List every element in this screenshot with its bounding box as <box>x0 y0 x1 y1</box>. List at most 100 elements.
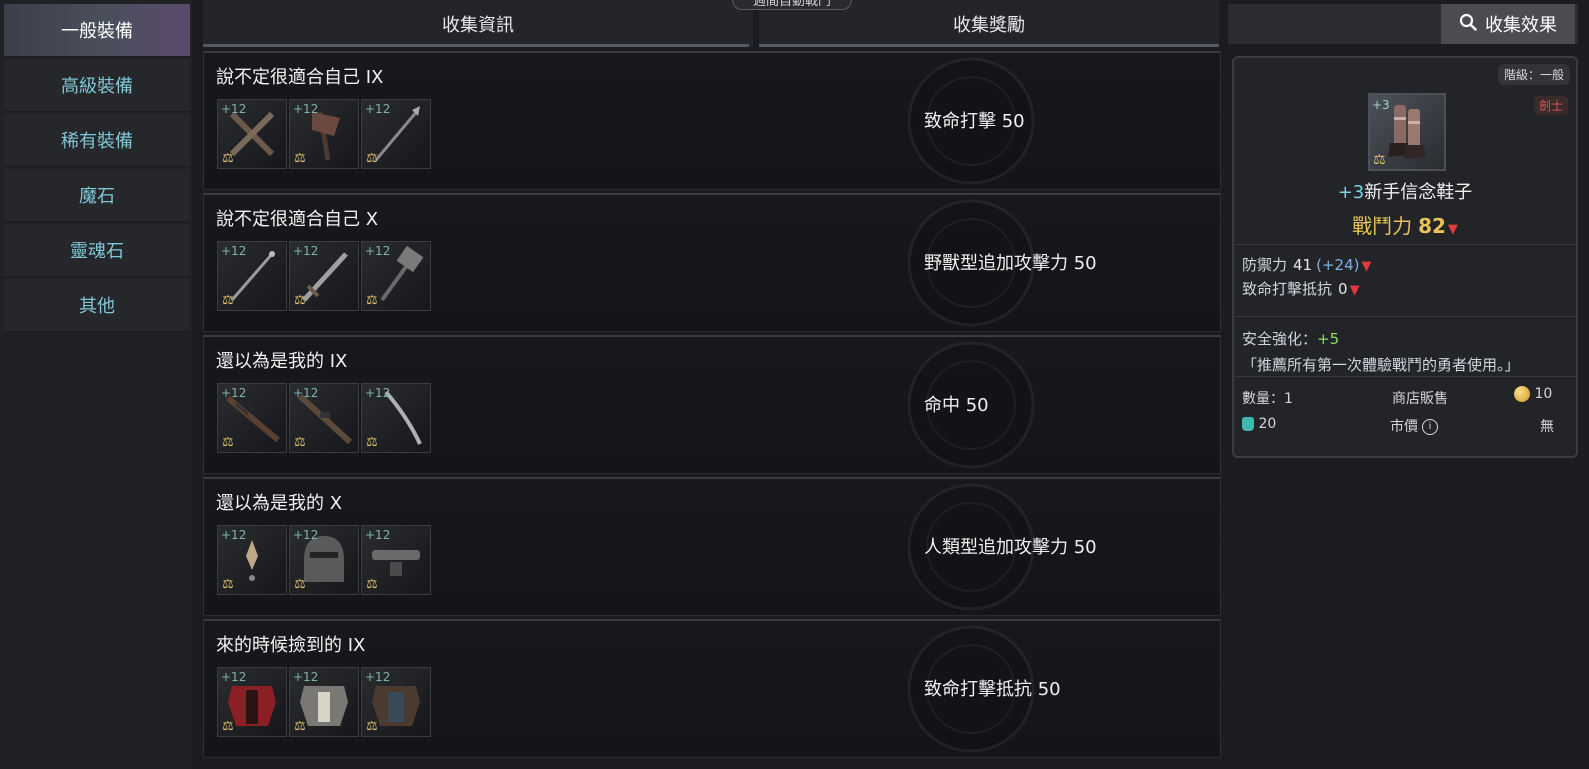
item-enhance-level: +12 <box>365 670 391 684</box>
sidebar-item-soul-stone[interactable]: 靈魂石 <box>4 224 190 277</box>
item-enhance-level: +12 <box>293 528 319 542</box>
scale-icon: ⚖ <box>294 577 306 592</box>
item-enhance-level: +12 <box>221 670 247 684</box>
scale-icon: ⚖ <box>1373 152 1386 168</box>
item-enhance-level: +12 <box>293 386 319 400</box>
item-slot[interactable]: +12 ⚖ <box>361 383 431 453</box>
sidebar-item-normal-equipment[interactable]: 一般裝備 <box>4 4 190 57</box>
sidebar-item-other[interactable]: 其他 <box>4 279 190 332</box>
market-label: 市價 <box>1390 419 1418 435</box>
auto-battle-tab[interactable]: 週間自動戰鬥 <box>732 0 852 10</box>
item-slot[interactable]: +12 ⚖ <box>217 99 287 169</box>
sidebar-item-label: 一般裝備 <box>61 21 133 42</box>
divider <box>1234 316 1576 317</box>
item-enhance-level: +12 <box>221 386 247 400</box>
item-enhance-level: +12 <box>293 102 319 116</box>
stat-value: 41 <box>1293 256 1313 274</box>
market-price-value: 無 <box>1540 419 1554 435</box>
item-enhance-level: +12 <box>293 244 319 258</box>
item-slot[interactable]: +12 ⚖ <box>217 667 287 737</box>
category-sidebar: 一般裝備 高級裝備 稀有裝備 魔石 靈魂石 其他 <box>0 0 192 769</box>
collection-reward-header-label: 收集獎勵 <box>953 14 1025 36</box>
grade-badge: 階級：一般 <box>1497 64 1570 85</box>
collection-info-header: 收集資訊 <box>203 0 753 47</box>
item-slot[interactable]: +12 ⚖ <box>289 525 359 595</box>
quantity: 數量：1 <box>1242 391 1293 407</box>
item-enhance-level: +12 <box>221 102 247 116</box>
combat-power-value: 82 <box>1418 214 1446 238</box>
item-enhance-level: +12 <box>365 244 391 258</box>
item-slot[interactable]: +12 ⚖ <box>361 99 431 169</box>
shop-sell-price: 10 <box>1514 386 1552 402</box>
stat-defense: 防禦力 41 (+24) ▼ <box>1242 254 1371 275</box>
scale-icon: ⚖ <box>294 435 306 450</box>
safe-enhance-label: 安全強化： <box>1242 330 1318 348</box>
collection-effect-button[interactable]: 收集效果 <box>1441 4 1575 44</box>
collection-row[interactable]: 還以為是我的 X +12 ⚖ +12 ⚖ +12 ⚖ 人類型追加攻擊力 50 <box>203 477 1221 616</box>
decrease-arrow-icon: ▼ <box>1349 283 1360 298</box>
collection-reward: 致命打擊抵抗 50 <box>924 679 1061 700</box>
collection-row[interactable]: 來的時候撿到的 IX +12 ⚖ +12 ⚖ +12 ⚖ 致命打擊抵抗 50 <box>203 619 1221 758</box>
item-slot[interactable]: +12 ⚖ <box>289 99 359 169</box>
item-slot[interactable]: +12 ⚖ <box>361 241 431 311</box>
stat-label: 防禦力 <box>1242 256 1288 274</box>
collection-title: 來的時候撿到的 IX <box>216 635 366 656</box>
sidebar-item-advanced-equipment[interactable]: 高級裝備 <box>4 59 190 112</box>
item-slot[interactable]: +12 ⚖ <box>289 383 359 453</box>
collection-title: 說不定很適合自己 X <box>216 209 379 230</box>
item-enhance-level: +12 <box>221 528 247 542</box>
market-price-label: 市價 i <box>1390 416 1438 436</box>
collection-row[interactable]: 說不定很適合自己 IX +12 ⚖ +12 ⚖ +12 ⚖ 致命打擊 50 <box>203 51 1221 190</box>
item-icon[interactable]: +3 ⚖ <box>1368 93 1446 171</box>
scale-icon: ⚖ <box>222 293 234 308</box>
item-enhance-level: +12 <box>365 528 391 542</box>
safe-enhance: 安全強化：+5 <box>1242 328 1339 349</box>
item-slot[interactable]: +12 ⚖ <box>217 383 287 453</box>
item-enhance-level: +12 <box>365 102 391 116</box>
item-slot[interactable]: +12 ⚖ <box>289 241 359 311</box>
collection-reward: 野獸型追加攻擊力 50 <box>924 253 1097 274</box>
item-enhance-level: +3 <box>1372 98 1390 112</box>
safe-enhance-value: +5 <box>1317 330 1340 348</box>
decrease-arrow-icon: ▼ <box>1361 259 1372 274</box>
sidebar-item-magic-stone[interactable]: 魔石 <box>4 169 190 222</box>
item-name: +3新手信念鞋子 <box>1234 178 1576 204</box>
collection-row[interactable]: 說不定很適合自己 X +12 ⚖ +12 ⚖ +12 ⚖ 野獸型追加攻擊力 50 <box>203 193 1221 332</box>
scale-icon: ⚖ <box>366 435 378 450</box>
scale-icon: ⚖ <box>366 151 378 166</box>
item-slot[interactable]: +12 ⚖ <box>361 667 431 737</box>
sidebar-item-label: 高級裝備 <box>61 76 133 97</box>
divider <box>1234 376 1576 377</box>
shop-sell-value: 10 <box>1534 386 1553 402</box>
sidebar-item-label: 魔石 <box>79 186 115 207</box>
collection-info-header-label: 收集資訊 <box>442 14 514 36</box>
stat-value: 0 <box>1338 280 1348 298</box>
item-enhance-level: +12 <box>221 244 247 258</box>
item-slot[interactable]: +12 ⚖ <box>217 241 287 311</box>
collection-title: 還以為是我的 X <box>216 493 343 514</box>
decrease-arrow-icon: ▼ <box>1447 222 1458 237</box>
scale-icon: ⚖ <box>366 719 378 734</box>
item-name-plus: +3 <box>1337 182 1365 203</box>
item-enhance-level: +12 <box>365 386 391 400</box>
sidebar-item-label: 靈魂石 <box>70 241 124 262</box>
divider <box>1234 244 1576 245</box>
weight-icon <box>1242 417 1254 431</box>
collection-reward: 命中 50 <box>924 395 989 416</box>
item-name-text: 新手信念鞋子 <box>1364 182 1473 203</box>
info-icon[interactable]: i <box>1422 419 1438 435</box>
sidebar-item-label: 稀有裝備 <box>61 131 133 152</box>
item-slot[interactable]: +12 ⚖ <box>289 667 359 737</box>
collection-title: 還以為是我的 IX <box>216 351 348 372</box>
scale-icon: ⚖ <box>222 151 234 166</box>
scale-icon: ⚖ <box>294 151 306 166</box>
collection-row[interactable]: 還以為是我的 IX +12 ⚖ +12 ⚖ +12 ⚖ 命中 50 <box>203 335 1221 474</box>
collection-reward: 人類型追加攻擊力 50 <box>924 537 1097 558</box>
shop-sell-label: 商店販售 <box>1392 391 1448 407</box>
weight-value: 20 <box>1258 416 1277 432</box>
sidebar-item-rare-equipment[interactable]: 稀有裝備 <box>4 114 190 167</box>
item-slot[interactable]: +12 ⚖ <box>217 525 287 595</box>
item-enhance-level: +12 <box>293 670 319 684</box>
stat-crit-resist: 致命打擊抵抗 0 ▼ <box>1242 278 1360 299</box>
item-slot[interactable]: +12 ⚖ <box>361 525 431 595</box>
